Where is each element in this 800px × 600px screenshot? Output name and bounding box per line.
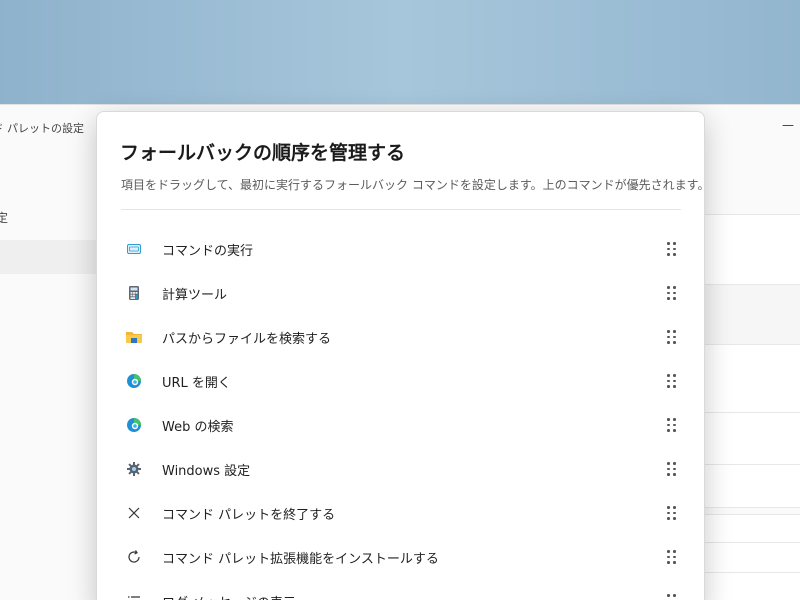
drag-handle-icon[interactable] [665, 461, 679, 477]
background-settings-card [705, 514, 800, 544]
list-item[interactable]: 計算ツール [97, 271, 704, 315]
fallback-command-list: コマンドの実行 計算ツール パスからファイルを検索する URL を開く Web … [97, 227, 704, 600]
minimize-button[interactable]: — [782, 118, 794, 132]
drag-handle-icon[interactable] [665, 285, 679, 301]
edge-icon [125, 416, 143, 434]
list-item-label: Windows 設定 [162, 464, 251, 479]
refresh-icon [125, 548, 143, 566]
list-item[interactable]: URL を開く [97, 359, 704, 403]
drag-handle-icon[interactable] [665, 373, 679, 389]
drag-handle-icon[interactable] [665, 549, 679, 565]
terminal-icon [125, 240, 143, 258]
list-item-label: ログ メッセージの表示 [162, 592, 296, 600]
list-item-label: コマンドの実行 [162, 244, 254, 259]
list-item-label: Web の検索 [162, 420, 234, 435]
list-item-label: パスからファイルを検索する [162, 332, 332, 347]
divider [121, 209, 681, 210]
drag-handle-icon[interactable] [665, 329, 679, 345]
background-sidebar-label: 設定 [0, 211, 8, 225]
background-settings-card [705, 572, 800, 600]
dialog-title: フォールバックの順序を管理する [120, 142, 406, 164]
background-window-title: コマンド パレットの設定 [0, 122, 84, 135]
list-item-label: コマンド パレットを終了する [162, 508, 336, 523]
drag-handle-icon[interactable] [665, 241, 679, 257]
background-sidebar-selected-item[interactable] [0, 240, 96, 274]
desktop-background [0, 0, 800, 104]
list-item[interactable]: Web の検索 [97, 403, 704, 447]
drag-handle-icon[interactable] [665, 593, 679, 600]
background-settings-card [705, 542, 800, 574]
drag-handle-icon[interactable] [665, 417, 679, 433]
drag-handle-icon[interactable] [665, 505, 679, 521]
fallback-order-dialog: フォールバックの順序を管理する 項目をドラッグして、最初に実行するフォールバック… [96, 111, 705, 600]
close-icon [125, 504, 143, 522]
list-icon [125, 592, 143, 600]
background-settings-card [705, 464, 800, 508]
list-item[interactable]: コマンド パレット拡張機能をインストールする [97, 535, 704, 579]
background-settings-card [705, 214, 800, 286]
list-item-label: コマンド パレット拡張機能をインストールする [162, 552, 439, 567]
folder-icon [125, 328, 143, 346]
list-item[interactable]: コマンドの実行 [97, 227, 704, 271]
list-item[interactable]: Windows 設定 [97, 447, 704, 491]
background-settings-card [705, 412, 800, 466]
edge-icon [125, 372, 143, 390]
background-settings-card [705, 284, 800, 346]
list-item-label: 計算ツール [162, 288, 228, 303]
background-settings-card [705, 344, 800, 414]
list-item-label: URL を開く [162, 376, 231, 391]
list-item[interactable]: パスからファイルを検索する [97, 315, 704, 359]
list-item[interactable]: ログ メッセージの表示 [97, 579, 704, 600]
dialog-description: 項目をドラッグして、最初に実行するフォールバック コマンドを設定します。上のコマ… [121, 178, 705, 192]
calculator-icon [125, 284, 143, 302]
gear-icon [125, 460, 143, 478]
list-item[interactable]: コマンド パレットを終了する [97, 491, 704, 535]
